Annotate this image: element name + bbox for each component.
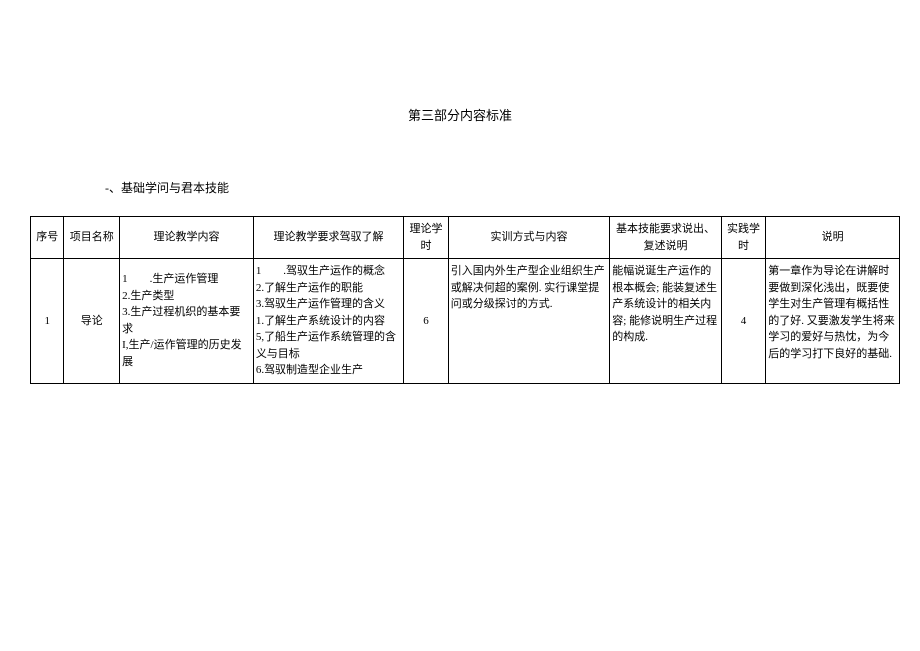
header-hours1: 理论学时 (404, 217, 449, 259)
cell-require: 1 .驾驭生产运作的概念 2.了解生产运作的职能 3.驾驭生产运作管理的含义 1… (253, 259, 403, 384)
cell-note: 第一章作为导论在讲解时要做到深化浅出，既要使学生对生产管理有概括性的了好. 又要… (766, 259, 900, 384)
table-header-row: 序号 项目名称 理论教学内容 理论教学要求驾驭了解 理论学时 实训方式与内容 基… (31, 217, 900, 259)
header-name: 项目名称 (64, 217, 120, 259)
header-content: 理论教学内容 (120, 217, 254, 259)
cell-name: 导论 (64, 259, 120, 384)
cell-seq: 1 (31, 259, 64, 384)
header-require: 理论教学要求驾驭了解 (253, 217, 403, 259)
header-skill: 基本技能要求说出、复述说明 (610, 217, 721, 259)
header-note: 说明 (766, 217, 900, 259)
cell-content: 1 .生产运作管理 2.生产类型 3.生产过程机织的基本要求 I,生产/运作管理… (120, 259, 254, 384)
header-hours2: 实践学时 (721, 217, 766, 259)
cell-skill: 能幅说诞生产运作的根本概会; 能装复述生产系统设计的相关内容; 能修说明生产过程… (610, 259, 721, 384)
header-practice: 实训方式与内容 (448, 217, 610, 259)
cell-practice: 引入国内外生产型企业组织生产或解决何超的案例. 实行课堂提问或分级探讨的方式. (448, 259, 610, 384)
table-row: 1 导论 1 .生产运作管理 2.生产类型 3.生产过程机织的基本要求 I,生产… (31, 259, 900, 384)
section-heading: -、基础学问与君本技能 (0, 134, 920, 216)
content-table: 序号 项目名称 理论教学内容 理论教学要求驾驭了解 理论学时 实训方式与内容 基… (30, 216, 900, 384)
cell-hours2: 4 (721, 259, 766, 384)
cell-hours1: 6 (404, 259, 449, 384)
header-seq: 序号 (31, 217, 64, 259)
page-title: 第三部分内容标准 (0, 0, 920, 134)
